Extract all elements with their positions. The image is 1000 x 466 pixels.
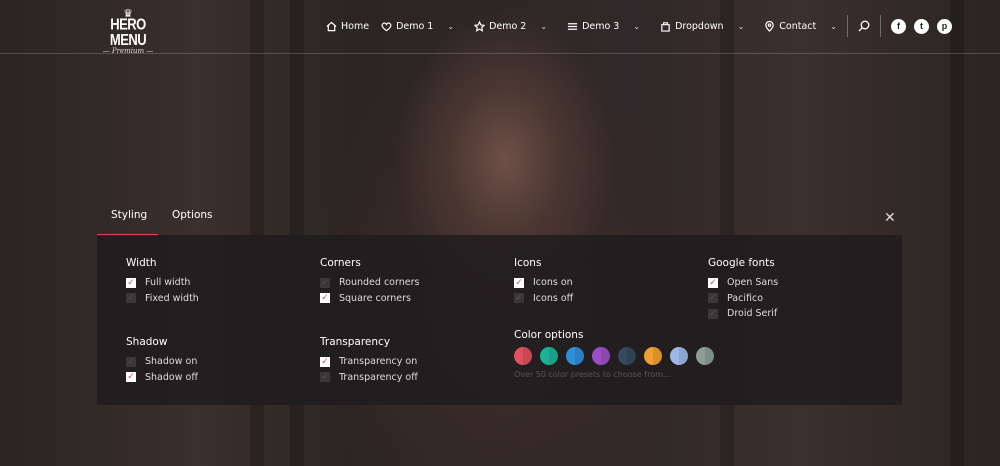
checkbox[interactable]: ✓ [320,277,330,288]
chevron-down-icon[interactable]: ⌄ [540,22,547,31]
list-icon [567,22,578,30]
close-icon[interactable]: ✕ [884,210,896,226]
color-swatch[interactable] [644,347,662,365]
checkbox-option[interactable]: ✓ Square corners [320,291,419,307]
styling-panel: Width ✓ Full width ✓ Fixed width Corners ✓ Roun… [97,235,902,405]
color-swatch[interactable] [540,347,558,365]
checkbox-option[interactable]: ✓ Transparency off [320,370,418,386]
pinterest-icon[interactable]: p [936,18,952,34]
tab-options[interactable]: Options [158,200,227,236]
checkbox-option[interactable]: ✓ Full width [126,275,199,291]
group-title: Width [126,257,157,269]
logo-title: HERO MENU [109,15,147,49]
color-swatch[interactable] [670,347,688,365]
checkbox[interactable]: ✓ [708,277,718,288]
checkbox-option[interactable]: ✓ Icons on [514,275,573,291]
checkbox-option[interactable]: ✓ Pacifico [708,291,778,307]
checkbox-option[interactable]: ✓ Droid Serif [708,306,778,322]
checkbox-option[interactable]: ✓ Shadow on [126,354,198,370]
group-title: Icons [514,257,542,269]
checkbox-option[interactable]: ✓ Fixed width [126,291,199,307]
nav-item-home[interactable]: Home [326,21,369,32]
star-icon [474,20,486,32]
checkbox[interactable]: ✓ [320,293,330,304]
color-swatch[interactable] [592,347,610,365]
heart-icon [381,21,392,31]
logo[interactable]: ♛ HERO MENU — Premium — [97,8,159,55]
nav-item-demo-2[interactable]: Demo 2 [474,20,526,32]
checkbox[interactable]: ✓ [126,277,136,288]
color-swatch[interactable] [618,347,636,365]
nav-item-contact[interactable]: Contact [764,20,816,32]
top-nav-bar: ♛ HERO MENU — Premium — Home Demo 1 ⌄ Demo … [0,0,1000,55]
checkbox-option[interactable]: ✓ Shadow off [126,370,198,386]
bag-icon [661,21,670,32]
checkbox[interactable]: ✓ [514,293,524,304]
checkbox-option[interactable]: ✓ Icons off [514,291,573,307]
panel-tabs: Styling Options [97,200,227,236]
pin-icon [765,20,775,32]
tab-styling[interactable]: Styling [97,200,158,236]
checkbox[interactable]: ✓ [126,356,136,367]
group-title: Color options [514,329,584,341]
divider [846,15,848,37]
main-menu: Home Demo 1 ⌄ Demo 2 ⌄ Demo 3 ⌄ Dropdown ⌄ Contac… [326,15,960,37]
facebook-icon[interactable]: f [890,18,906,34]
search-icon[interactable] [858,20,870,32]
chevron-down-icon[interactable]: ⌄ [738,22,745,31]
color-swatch[interactable] [566,347,584,365]
nav-item-demo-3[interactable]: Demo 3 [567,21,619,32]
nav-item-dropdown[interactable]: Dropdown [660,21,724,32]
checkbox[interactable]: ✓ [126,372,136,383]
checkbox[interactable]: ✓ [126,293,136,304]
checkbox[interactable]: ✓ [708,308,718,319]
divider [879,15,881,37]
color-note: Over 50 color presets to choose from... [514,370,671,379]
option-group-corners: Corners ✓ Rounded corners ✓ Square corners [320,257,419,306]
chevron-down-icon[interactable]: ⌄ [633,22,640,31]
home-icon [326,21,337,31]
option-group-width: Width ✓ Full width ✓ Fixed width [126,257,199,306]
color-options: Color options Over 50 color presets to ch… [514,329,714,379]
group-title: Shadow [126,336,168,348]
option-group-icons: Icons ✓ Icons on ✓ Icons off [514,257,573,306]
checkbox[interactable]: ✓ [708,293,718,304]
checkbox[interactable]: ✓ [514,277,524,288]
twitter-icon[interactable]: t [913,18,929,34]
option-group-google-fonts: Google fonts ✓ Open Sans ✓ Pacifico ✓ Droid Se… [708,257,778,322]
option-group-shadow: Shadow ✓ Shadow on ✓ Shadow off [126,336,198,385]
group-title: Google fonts [708,257,775,269]
group-title: Transparency [320,336,391,348]
checkbox[interactable]: ✓ [320,372,330,383]
nav-item-demo-1[interactable]: Demo 1 [381,21,433,32]
checkbox[interactable]: ✓ [320,356,330,367]
chevron-down-icon[interactable]: ⌄ [830,22,837,31]
checkbox-option[interactable]: ✓ Open Sans [708,275,778,291]
option-group-transparency: Transparency ✓ Transparency on ✓ Transparenc… [320,336,418,385]
checkbox-option[interactable]: ✓ Transparency on [320,354,418,370]
chevron-down-icon[interactable]: ⌄ [447,22,454,31]
checkbox-option[interactable]: ✓ Rounded corners [320,275,419,291]
color-swatch[interactable] [696,347,714,365]
color-swatch[interactable] [514,347,532,365]
group-title: Corners [320,257,361,269]
